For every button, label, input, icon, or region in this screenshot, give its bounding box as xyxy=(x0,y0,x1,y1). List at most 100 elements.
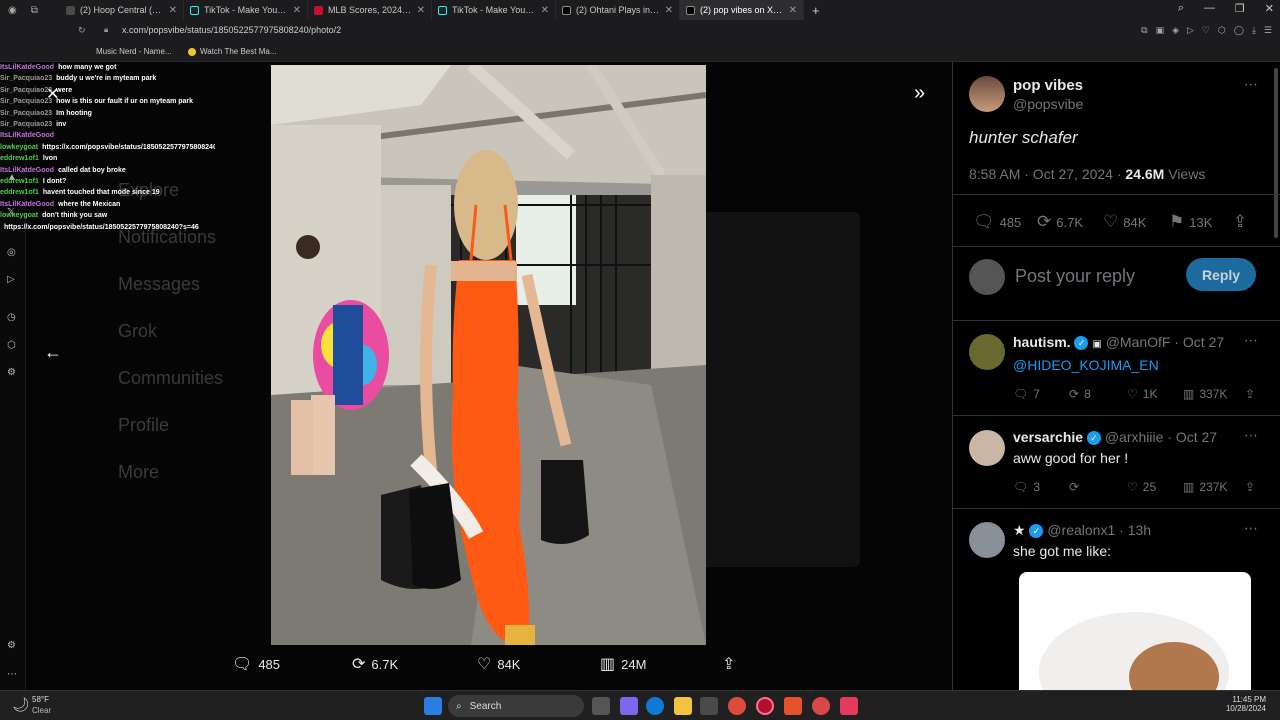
reply-handle[interactable]: @realonx1 · 13h xyxy=(1047,522,1151,538)
chat-username[interactable]: eddrew1of1 xyxy=(0,178,39,185)
reply-input[interactable]: Post your reply xyxy=(1015,266,1135,287)
search-tabs-icon[interactable]: ⌕ xyxy=(1178,2,1184,15)
reply-replies[interactable]: 🗨︎ 7 xyxy=(1013,387,1040,401)
reply-author-name[interactable]: hautism. xyxy=(1013,334,1071,350)
cube-icon[interactable]: ⬡ xyxy=(7,340,16,351)
chat-username[interactable]: Sir_Pacquiao23 xyxy=(0,110,52,117)
chat-settings-icon[interactable]: ⚙ xyxy=(7,640,16,651)
tab-tiktok-2[interactable]: TikTok - Make Your Day✕ xyxy=(432,0,556,20)
chat-username[interactable]: Sir_Pacquiao23 xyxy=(0,121,52,128)
reply-replies[interactable]: 🗨︎ 3 xyxy=(1013,480,1040,494)
reply-avatar[interactable] xyxy=(969,334,1005,370)
clock-icon[interactable]: ◷ xyxy=(7,312,16,323)
tab-close-icon[interactable]: ✕ xyxy=(665,5,673,16)
chat-username[interactable]: Sir_Pacquiao23 xyxy=(0,87,52,94)
tweet-photo[interactable] xyxy=(271,65,706,645)
panel-repost-count[interactable]: ⟳ 6.7K xyxy=(1037,212,1083,232)
chat-username[interactable]: ItsLilKatdeGood xyxy=(0,64,54,71)
repost-action[interactable]: ⟳ 6.7K xyxy=(352,654,398,674)
new-tab-button[interactable]: + xyxy=(804,3,828,18)
tab-close-icon[interactable]: ✕ xyxy=(293,5,301,16)
author-name[interactable]: pop vibes xyxy=(1013,77,1083,94)
more-options-icon[interactable]: ⋯ xyxy=(1244,76,1258,93)
tab-tiktok-1[interactable]: TikTok - Make Your Day✕ xyxy=(184,0,308,20)
reply-mention[interactable]: @HIDEO_KOJIMA_EN xyxy=(1013,357,1159,373)
reply-author-name[interactable]: ★ xyxy=(1013,522,1026,538)
maximize-icon[interactable]: ❐ xyxy=(1235,2,1245,15)
url-field[interactable]: x.com/popsvibe/status/185052257797580824… xyxy=(122,25,341,35)
tab-ohtani[interactable]: (2) Ohtani Plays in World S✕ xyxy=(556,0,680,20)
start-icon[interactable] xyxy=(424,697,442,715)
box-icon[interactable]: ⬡ xyxy=(1218,25,1226,36)
author-handle[interactable]: @popsvibe xyxy=(1013,96,1083,112)
weather-desc[interactable]: Clear xyxy=(32,706,51,715)
reply-views[interactable]: ▥ 337K xyxy=(1183,387,1227,401)
chat-username[interactable]: ItsLilKatdeGood xyxy=(0,132,54,139)
reply-avatar[interactable] xyxy=(969,522,1005,558)
workspaces-icon[interactable]: ⧉ xyxy=(31,5,38,16)
reply-likes[interactable]: ♡ 25 xyxy=(1127,480,1156,494)
camera-icon[interactable]: ▣ xyxy=(1156,25,1165,36)
bookmark-music-nerd[interactable]: Music Nerd - Name... xyxy=(96,47,172,56)
views-action[interactable]: ▥ 24M xyxy=(600,654,646,674)
close-window-icon[interactable]: ✕ xyxy=(1265,2,1274,15)
tab-hoop-central[interactable]: (2) Hoop Central (@TheHo✕ xyxy=(60,0,184,20)
menu-icon[interactable]: ☰ xyxy=(1264,25,1272,36)
heart-icon[interactable]: ♡ xyxy=(1202,25,1210,36)
reply-action[interactable]: 🗨︎ 485 xyxy=(232,654,280,674)
weather-icon[interactable]: 🌙︎ xyxy=(12,696,30,713)
play-icon[interactable]: ▷ xyxy=(1187,25,1194,36)
file-explorer-icon[interactable] xyxy=(674,697,692,715)
brave-icon[interactable] xyxy=(784,697,802,715)
chat-username[interactable]: eddrew1of1 xyxy=(0,155,39,162)
tab-pop-vibes[interactable]: (2) pop vibes on X: "hunter✕ xyxy=(680,0,804,20)
chrome-icon[interactable] xyxy=(728,697,746,715)
chat-username[interactable]: lowkeygoat xyxy=(0,212,38,219)
reply-share[interactable]: ⇪ xyxy=(1245,387,1255,401)
more-dots-icon[interactable]: ⋯ xyxy=(7,669,17,680)
app-icon[interactable] xyxy=(812,697,830,715)
chat-username[interactable]: Sir_Pacquiao23 xyxy=(0,75,52,82)
clock[interactable]: 11:45 PM 10/28/2024 xyxy=(1226,695,1266,713)
panel-like-count[interactable]: ♡ 84K xyxy=(1103,212,1146,232)
share-action[interactable]: ⇪ xyxy=(722,654,735,674)
bookmark-watch-best[interactable]: Watch The Best Ma... xyxy=(200,47,276,56)
expand-panel-icon[interactable]: » xyxy=(914,82,925,105)
minimize-icon[interactable]: — xyxy=(1204,2,1215,15)
task-view-icon[interactable] xyxy=(592,697,610,715)
browser-menu-icon[interactable]: ◉ xyxy=(8,5,17,16)
user-avatar[interactable] xyxy=(969,259,1005,295)
more-options-icon[interactable]: ⋯ xyxy=(1244,427,1258,444)
chat-username[interactable]: eddrew1of1 xyxy=(0,189,39,196)
chat-username[interactable]: Sir_Pacquiao23 xyxy=(0,98,52,105)
send-icon[interactable]: ▷ xyxy=(7,274,15,285)
profile-icon[interactable]: ◯ xyxy=(1234,25,1244,36)
weather-temp[interactable]: 58°F xyxy=(32,695,49,704)
reply-views[interactable]: ▥ 237K xyxy=(1183,480,1227,494)
chat-username[interactable]: ItsLilKatdeGood xyxy=(0,201,54,208)
reload-icon[interactable]: ↻ xyxy=(78,25,86,36)
reply-avatar[interactable] xyxy=(969,430,1005,466)
reply-reposts[interactable]: ⟳ xyxy=(1069,480,1084,494)
download-icon[interactable]: ⤓ xyxy=(1252,25,1256,36)
panel-share[interactable]: ⇪ xyxy=(1233,212,1247,232)
previous-photo-arrow-icon[interactable]: ← xyxy=(44,342,62,363)
store-icon[interactable] xyxy=(700,697,718,715)
tab-mlb-scores[interactable]: MLB Scores, 2024 Season -✕ xyxy=(308,0,432,20)
music-icon[interactable] xyxy=(840,697,858,715)
tweet-time[interactable]: 8:58 AM · Oct 27, 2024 · xyxy=(969,166,1122,182)
reply-handle[interactable]: @arxhiiie · Oct 27 xyxy=(1105,429,1217,445)
chat-username[interactable]: lowkeygoat xyxy=(0,144,38,151)
panel-reply-count[interactable]: 🗨︎ 485 xyxy=(973,212,1021,232)
opera-icon[interactable] xyxy=(756,697,774,715)
tab-close-icon[interactable]: ✕ xyxy=(417,5,425,16)
panel-scrollbar[interactable] xyxy=(1274,68,1278,238)
panel-bookmark-count[interactable]: ⚑ 13K xyxy=(1169,212,1212,232)
more-options-icon[interactable]: ⋯ xyxy=(1244,520,1258,537)
taskbar-search[interactable]: ⌕ Search xyxy=(448,695,584,717)
more-options-icon[interactable]: ⋯ xyxy=(1244,332,1258,349)
extension-icon[interactable]: ⧉ xyxy=(1141,25,1147,36)
gear-icon[interactable]: ⚙ xyxy=(7,367,16,378)
edge-icon[interactable] xyxy=(646,697,664,715)
copilot-icon[interactable] xyxy=(620,697,638,715)
